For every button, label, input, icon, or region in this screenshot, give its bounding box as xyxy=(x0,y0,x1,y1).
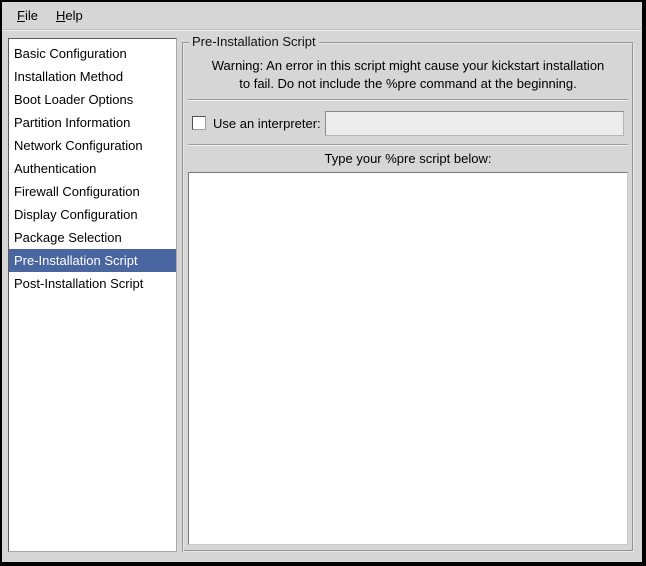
window-body: File Help Basic Configuration Installati… xyxy=(2,2,642,562)
frame-title: Pre-Installation Script xyxy=(189,34,319,50)
separator-above-script xyxy=(188,144,628,146)
sidebar-item-authentication[interactable]: Authentication xyxy=(9,157,176,180)
sidebar-item-display-configuration[interactable]: Display Configuration xyxy=(9,203,176,226)
kickstart-configurator-window: File Help Basic Configuration Installati… xyxy=(0,0,646,566)
script-area-label: Type your %pre script below: xyxy=(184,151,632,166)
section-list: Basic Configuration Installation Method … xyxy=(8,38,177,552)
sidebar-item-pre-installation-script[interactable]: Pre-Installation Script xyxy=(9,249,176,272)
sidebar-item-post-installation-script[interactable]: Post-Installation Script xyxy=(9,272,176,295)
sidebar-item-installation-method[interactable]: Installation Method xyxy=(9,65,176,88)
interpreter-input[interactable] xyxy=(325,111,624,136)
sidebar-item-boot-loader-options[interactable]: Boot Loader Options xyxy=(9,88,176,111)
menu-file[interactable]: File xyxy=(8,5,47,26)
sidebar-item-firewall-configuration[interactable]: Firewall Configuration xyxy=(9,180,176,203)
sidebar-item-package-selection[interactable]: Package Selection xyxy=(9,226,176,249)
warning-label: Warning: An error in this script might c… xyxy=(186,57,630,93)
sidebar-item-partition-information[interactable]: Partition Information xyxy=(9,111,176,134)
menu-bar: File Help xyxy=(2,2,642,30)
interpreter-row: Use an interpreter: xyxy=(192,108,624,138)
sidebar-item-basic-configuration[interactable]: Basic Configuration xyxy=(9,42,176,65)
menu-help[interactable]: Help xyxy=(47,5,92,26)
use-interpreter-checkbox[interactable] xyxy=(192,116,206,130)
pre-script-textarea[interactable] xyxy=(188,172,628,545)
use-interpreter-label: Use an interpreter: xyxy=(213,116,321,131)
sidebar-item-network-configuration[interactable]: Network Configuration xyxy=(9,134,176,157)
separator-above-interpreter xyxy=(188,99,628,101)
pre-installation-script-frame: Pre-Installation Script Warning: An erro… xyxy=(182,42,634,552)
